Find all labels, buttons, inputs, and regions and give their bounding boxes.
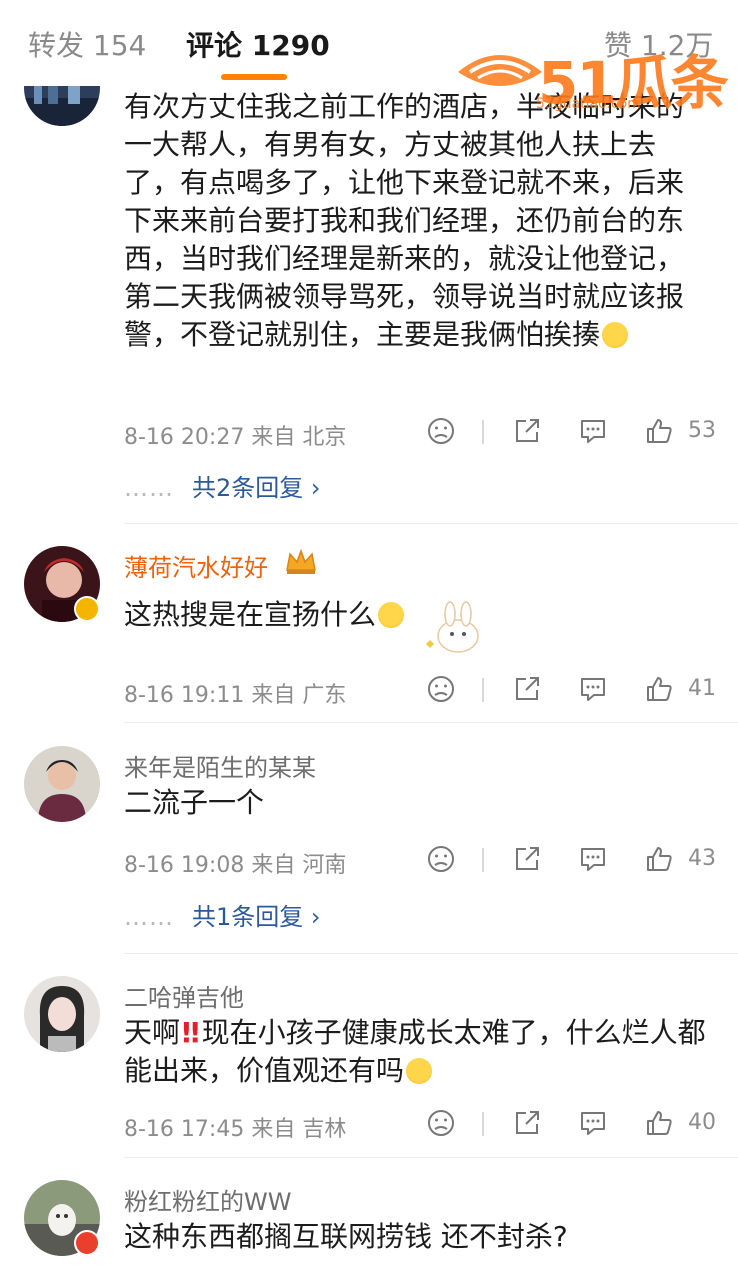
divider (124, 953, 738, 954)
laughing-crying-emoji-icon (602, 322, 629, 348)
comment-text: 天啊‼现在小孩子健康成长太难了，什么烂人都能出来，价值观还有吗 (124, 1016, 706, 1087)
comment-time: 8-16 19:08 (124, 853, 245, 878)
divider (124, 1157, 738, 1158)
reply-count-label: 共1条回复 › (192, 903, 321, 931)
avatar[interactable] (24, 976, 100, 1052)
double-exclamation-icon: ‼ (182, 1016, 200, 1049)
like-icon[interactable] (644, 674, 674, 706)
comment-time: 8-16 17:45 (124, 1117, 245, 1142)
action-separator (482, 420, 484, 444)
comment-icon[interactable] (578, 844, 608, 876)
verified-badge-icon (74, 1230, 100, 1256)
comment-actions: 40 (426, 1108, 726, 1140)
divider (124, 523, 738, 524)
action-separator (482, 678, 484, 702)
comment-location: 来自 广东 (251, 683, 347, 708)
comment-time: 8-16 19:11 (124, 683, 245, 708)
view-replies-link[interactable]: …… 共1条回复 › (124, 897, 321, 932)
tab-like[interactable]: 赞 1.2万 (604, 24, 713, 64)
tab-comment[interactable]: 评论 1290 (186, 24, 330, 64)
like-count: 40 (688, 1110, 716, 1135)
reply-dots: …… (124, 903, 174, 931)
repost-icon[interactable] (512, 844, 542, 876)
comment-text: 这种东西都搁互联网捞钱 还不封杀? (124, 1220, 568, 1253)
comment-location: 来自 吉林 (251, 1117, 347, 1142)
comment-actions: 43 (426, 844, 726, 876)
dislike-icon[interactable] (426, 1108, 456, 1140)
comment-time: 8-16 20:27 (124, 425, 245, 450)
rabbit-sticker-icon (420, 600, 496, 658)
repost-icon[interactable] (512, 416, 542, 448)
like-count: 43 (688, 846, 716, 871)
dislike-icon[interactable] (426, 416, 456, 448)
username[interactable]: 二哈弹吉他 (124, 978, 244, 1013)
repost-icon[interactable] (512, 1108, 542, 1140)
verified-badge-icon (74, 596, 100, 622)
username-text: 薄荷汽水好好 (124, 554, 268, 582)
tab-repost[interactable]: 转发 154 (28, 24, 146, 64)
like-count: 41 (688, 676, 716, 701)
comment-meta: 8-16 17:45 来自 吉林 (124, 1111, 346, 1143)
active-tab-indicator (221, 74, 287, 80)
comment-actions: 41 (426, 674, 726, 706)
view-replies-link[interactable]: …… 共2条回复 › (124, 468, 321, 503)
crown-badge-icon (284, 548, 318, 576)
comment-meta: 8-16 19:08 来自 河南 (124, 847, 346, 879)
divider (124, 722, 738, 723)
reply-count-label: 共2条回复 › (192, 474, 321, 502)
thinking-emoji-icon (406, 1058, 433, 1084)
comment-location: 来自 河南 (251, 853, 347, 878)
comment-text: 二流子一个 (124, 786, 265, 819)
like-icon[interactable] (644, 1108, 674, 1140)
username[interactable]: 薄荷汽水好好 (124, 548, 268, 583)
dislike-icon[interactable] (426, 844, 456, 876)
comment-icon[interactable] (578, 674, 608, 706)
avatar[interactable] (24, 746, 100, 822)
dislike-icon[interactable] (426, 674, 456, 706)
like-count: 53 (688, 418, 716, 443)
confused-emoji-icon (378, 602, 405, 628)
comment-text: 有次方丈住我之前工作的酒店，半夜临时来的一大帮人，有男有女，方丈被其他人扶上去了… (124, 90, 685, 351)
comment-meta: 8-16 20:27 来自 北京 (124, 419, 346, 451)
comment-tabs-header: 转发 154 评论 1290 赞 1.2万 (0, 0, 738, 86)
comment-icon[interactable] (578, 416, 608, 448)
like-icon[interactable] (644, 416, 674, 448)
reply-dots: …… (124, 474, 174, 502)
like-icon[interactable] (644, 844, 674, 876)
comment-location: 来自 北京 (251, 425, 347, 450)
comment-meta: 8-16 19:11 来自 广东 (124, 677, 346, 709)
comment-actions: 53 (426, 416, 726, 448)
action-separator (482, 1112, 484, 1136)
username[interactable]: 来年是陌生的某某 (124, 748, 316, 783)
comment-icon[interactable] (578, 1108, 608, 1140)
action-separator (482, 848, 484, 872)
repost-icon[interactable] (512, 674, 542, 706)
username[interactable]: 粉红粉红的WW (124, 1182, 291, 1217)
